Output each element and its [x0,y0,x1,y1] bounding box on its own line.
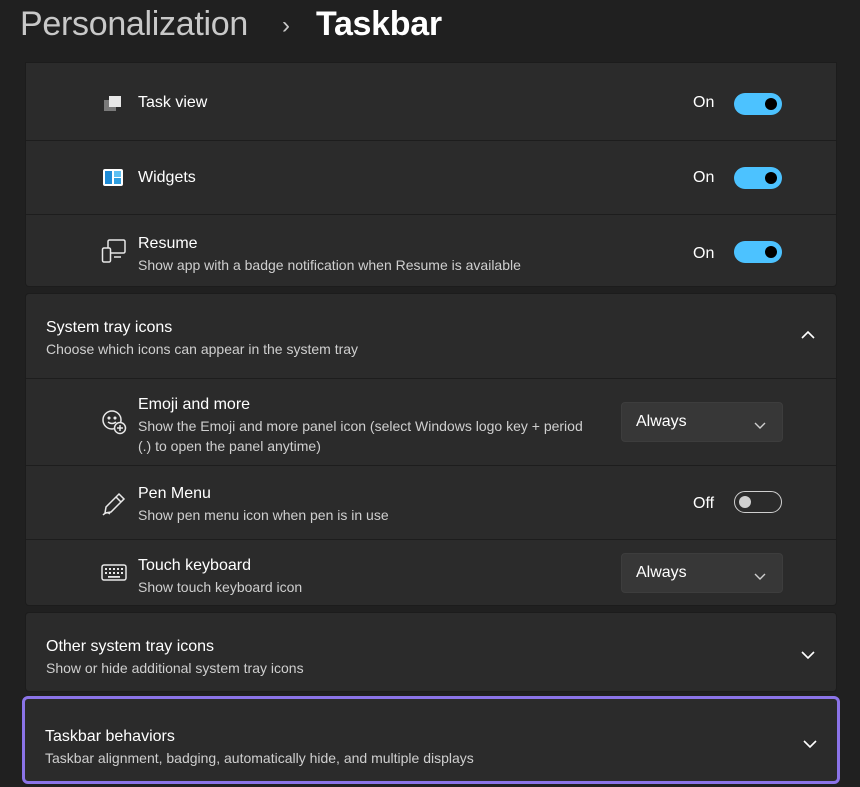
setting-label: Task view [138,94,208,111]
dropdown-value: Always [636,564,687,581]
chevron-down-icon [754,568,766,586]
setting-row-resume[interactable]: Resume Show app with a badge notificatio… [26,214,836,286]
setting-row-emoji: Emoji and more Show the Emoji and more p… [26,378,836,465]
other-system-tray-card[interactable]: Other system tray icons Show or hide add… [25,612,837,692]
section-title: Taskbar behaviors [45,728,175,745]
system-tray-header[interactable]: System tray icons Choose which icons can… [26,294,836,378]
setting-description: Show app with a badge notification when … [138,257,521,273]
touch-keyboard-visibility-dropdown[interactable]: Always [621,553,783,593]
emoji-icon [101,409,127,435]
resume-toggle[interactable] [734,241,782,263]
widgets-toggle[interactable] [734,167,782,189]
breadcrumb-separator-icon: › [282,12,290,39]
section-title: System tray icons [46,319,173,336]
resume-icon [101,238,126,263]
chevron-down-icon [754,417,766,435]
breadcrumb-personalization[interactable]: Personalization [20,5,248,44]
pen-menu-toggle[interactable] [734,491,782,513]
chevron-down-icon[interactable] [800,648,816,666]
setting-label: Touch keyboard [138,557,251,574]
keyboard-icon [101,562,127,586]
chevron-up-icon[interactable] [800,328,816,346]
task-view-icon [101,93,125,117]
chevron-down-icon[interactable] [802,737,818,755]
toggle-state-label: On [693,94,715,111]
dropdown-value: Always [636,413,687,430]
setting-label: Resume [138,235,198,252]
section-title: Other system tray icons [46,638,215,655]
setting-label: Emoji and more [138,396,251,413]
toggle-state-label: On [693,245,715,262]
breadcrumb: Personalization › Taskbar [0,0,860,62]
toggle-state-label: On [693,169,715,186]
setting-row-task-view[interactable]: Task view On [26,63,836,140]
setting-label: Widgets [138,169,196,186]
emoji-visibility-dropdown[interactable]: Always [621,402,783,442]
section-description: Taskbar alignment, badging, automaticall… [45,750,474,766]
setting-row-widgets[interactable]: Widgets On [26,140,836,214]
page-title: Taskbar [316,5,442,43]
section-description: Show or hide additional system tray icon… [46,660,304,676]
section-description: Choose which icons can appear in the sys… [46,341,359,357]
toggle-state-label: Off [693,495,715,512]
system-tray-card: System tray icons Choose which icons can… [25,293,837,606]
setting-row-pen-menu[interactable]: Pen Menu Show pen menu icon when pen is … [26,465,836,539]
setting-label: Pen Menu [138,485,211,502]
taskbar-behaviors-card[interactable]: Taskbar behaviors Taskbar alignment, bad… [22,696,840,784]
task-view-toggle[interactable] [734,93,782,115]
pen-icon [101,491,126,516]
setting-row-touch-keyboard: Touch keyboard Show touch keyboard icon … [26,539,836,605]
taskbar-items-card: Task view On Widgets On Resume Show app … [25,62,837,287]
setting-description: Show the Emoji and more panel icon (sele… [138,418,583,454]
setting-description: Show pen menu icon when pen is in use [138,507,389,523]
setting-description: Show touch keyboard icon [138,579,303,595]
widgets-icon [101,166,125,190]
